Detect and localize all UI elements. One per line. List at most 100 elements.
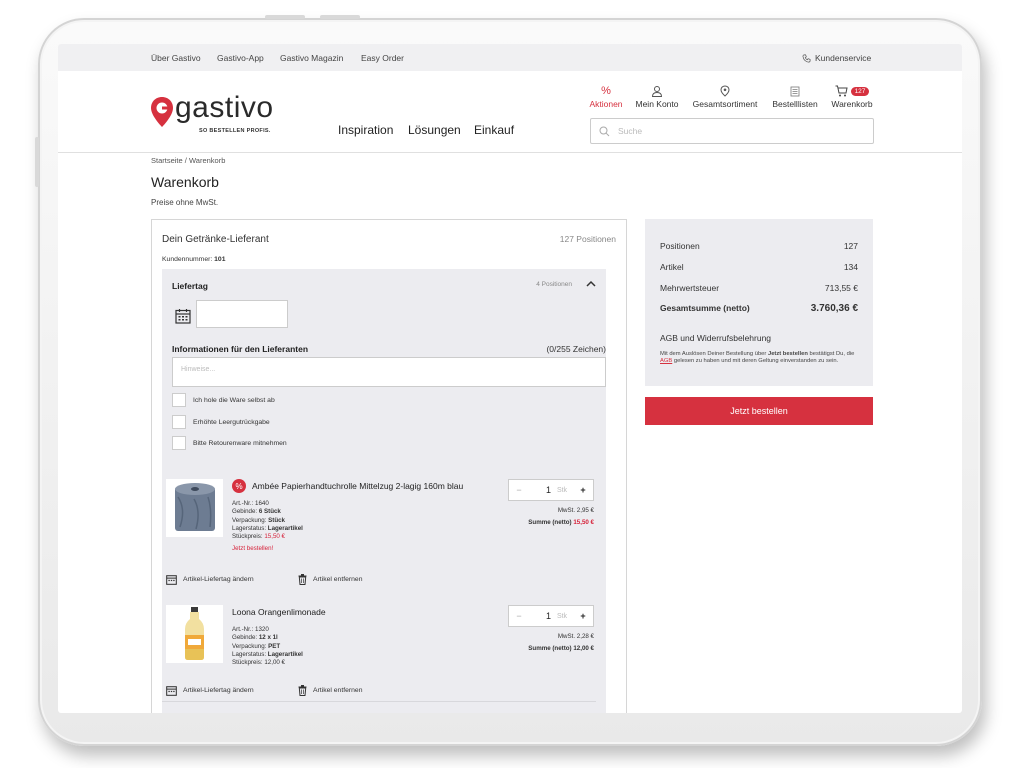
item-divider bbox=[162, 701, 596, 702]
kundenservice-label: Kundenservice bbox=[815, 53, 872, 63]
item-mwst: MwSt. 2,28 € bbox=[557, 633, 594, 640]
cart-icon bbox=[835, 85, 848, 97]
promo-text: Jetzt bestellen! bbox=[232, 545, 274, 553]
gesamt-value: 3.760,36 € bbox=[810, 303, 858, 314]
breadcrumb-home[interactable]: Startseite bbox=[151, 156, 183, 165]
checkbox-label-leergut: Erhöhte Leergutrückgabe bbox=[193, 419, 270, 426]
page-intro: Startseite / Warenkorb Warenkorb Preise … bbox=[151, 156, 225, 207]
qty-value[interactable]: 1 bbox=[529, 485, 551, 495]
change-delivery-day-button[interactable]: Artikel-Liefertag ändern bbox=[166, 574, 254, 585]
breadcrumb-current: Warenkorb bbox=[188, 156, 226, 165]
breadcrumb: Startseite / Warenkorb bbox=[151, 156, 225, 165]
summe-value: 15,50 € bbox=[573, 519, 594, 526]
change-delivery-day-button[interactable]: Artikel-Liefertag ändern bbox=[166, 685, 254, 696]
header-warenkorb[interactable]: 127 Warenkorb bbox=[812, 84, 892, 109]
checkbox-retourenware[interactable] bbox=[172, 436, 186, 450]
supplier-panel: Dein Getränke-Lieferant 127 Positionen K… bbox=[151, 219, 627, 713]
quantity-stepper[interactable]: − 1 Stk + bbox=[508, 605, 594, 627]
product-name[interactable]: Ambée Papierhandtuchrolle Mittelzug 2-la… bbox=[252, 481, 463, 491]
agb-text-1: Mit dem Auslösen Deiner Bestellung über bbox=[660, 351, 767, 357]
kundenservice-link[interactable]: Kundenservice bbox=[802, 53, 871, 63]
product-details: Art.-Nr.: 1640 Gebinde: 6 Stück Verpacku… bbox=[232, 500, 303, 554]
kundennummer-label: Kundennummer: bbox=[162, 256, 213, 263]
gebinde-value: 6 Stück bbox=[258, 508, 281, 516]
gebinde-label: Gebinde: bbox=[232, 508, 258, 516]
link-gastivo-app[interactable]: Gastivo-App bbox=[217, 53, 264, 63]
verpackung-label: Verpackung: bbox=[232, 642, 267, 650]
qty-value[interactable]: 1 bbox=[529, 611, 551, 621]
nav-inspiration[interactable]: Inspiration bbox=[338, 123, 393, 137]
page-subtitle: Preise ohne MwSt. bbox=[151, 198, 219, 207]
product-image-papierrolle[interactable] bbox=[166, 479, 223, 537]
preis-label: Stückpreis: bbox=[232, 659, 263, 667]
minus-button[interactable]: − bbox=[509, 485, 529, 495]
supplier-name: Dein Getränke-Lieferant bbox=[162, 234, 269, 245]
tablet-top-button-2 bbox=[320, 15, 360, 19]
order-summary: Positionen 127 Artikel 134 Mehrwertsteuer 7… bbox=[645, 219, 873, 386]
chevron-up-icon[interactable] bbox=[586, 279, 596, 290]
info-label: Informationen für den Lieferanten bbox=[172, 344, 309, 354]
verpackung-label: Verpackung: bbox=[232, 516, 267, 524]
search-icon bbox=[599, 126, 610, 136]
kundennummer-value: 101 bbox=[214, 256, 226, 263]
summe-value: 12,00 € bbox=[573, 645, 594, 652]
checkbox-label-retourenware: Bitte Retourenware mitnehmen bbox=[193, 440, 287, 447]
calendar-icon[interactable] bbox=[175, 308, 191, 324]
percent-icon: % bbox=[601, 85, 611, 97]
minus-button[interactable]: − bbox=[509, 611, 529, 621]
link-easy-order[interactable]: Easy Order bbox=[361, 53, 404, 63]
gesamtsortiment-label: Gesamtsortiment bbox=[692, 99, 758, 109]
checkbox-leergut[interactable] bbox=[172, 415, 186, 429]
agb-link[interactable]: AGB bbox=[660, 358, 672, 364]
plus-button[interactable]: + bbox=[573, 611, 593, 621]
item-summe: Summe (netto) 12,00 € bbox=[528, 645, 594, 652]
remove-item-label: Artikel entfernen bbox=[313, 576, 363, 583]
calendar-icon bbox=[166, 575, 177, 585]
calendar-icon bbox=[166, 686, 177, 696]
header-gesamtsortiment[interactable]: Gesamtsortiment bbox=[685, 84, 765, 109]
quantity-stepper[interactable]: − 1 Stk + bbox=[508, 479, 594, 501]
gebinde-label: Gebinde: bbox=[232, 634, 258, 642]
positionen-value: 127 bbox=[843, 241, 858, 251]
top-bar: Über Gastivo Gastivo-App Gastivo Magazin… bbox=[58, 44, 962, 71]
remove-item-label: Artikel entfernen bbox=[313, 687, 363, 694]
agb-text-bold: Jetzt bestellen bbox=[767, 351, 808, 357]
logo-pin-icon bbox=[151, 97, 173, 127]
product-image-orangenlimonade[interactable] bbox=[166, 605, 223, 663]
liefertag-date-input[interactable] bbox=[196, 300, 288, 328]
link-gastivo-magazin[interactable]: Gastivo Magazin bbox=[280, 53, 343, 63]
plus-button[interactable]: + bbox=[573, 485, 593, 495]
remove-item-button[interactable]: Artikel entfernen bbox=[298, 685, 363, 696]
logo-wordmark[interactable]: gastivo bbox=[175, 91, 274, 125]
liefertag-section: Liefertag 4 Positionen Informationen für… bbox=[162, 269, 606, 713]
link-ueber-gastivo[interactable]: Über Gastivo bbox=[151, 53, 201, 63]
info-textarea[interactable]: Hinweise... bbox=[172, 357, 606, 387]
jetzt-bestellen-button[interactable]: Jetzt bestellen bbox=[645, 397, 873, 425]
qty-unit: Stk bbox=[556, 612, 568, 620]
lager-value: Lagerartikel bbox=[267, 650, 303, 658]
search-input[interactable]: Suche bbox=[590, 118, 874, 144]
trash-icon bbox=[298, 685, 307, 696]
kundennummer: Kundennummer: 101 bbox=[162, 256, 225, 263]
site-header: gastivo SO BESTELLEN PROFIS. Inspiration… bbox=[58, 71, 962, 153]
summary-positionen: Positionen 127 bbox=[660, 241, 858, 251]
remove-item-button[interactable]: Artikel entfernen bbox=[298, 574, 363, 585]
nav-loesungen[interactable]: Lösungen bbox=[408, 123, 461, 137]
info-char-count: (0/255 Zeichen) bbox=[546, 344, 606, 354]
preis-label: Stückpreis: bbox=[232, 533, 263, 541]
nav-einkauf[interactable]: Einkauf bbox=[474, 123, 514, 137]
item-summe: Summe (netto) 15,50 € bbox=[528, 519, 594, 526]
sale-badge-icon: % bbox=[232, 479, 246, 493]
list-icon bbox=[790, 86, 800, 96]
product-name[interactable]: Loona Orangenlimonade bbox=[232, 607, 326, 617]
summe-label: Summe (netto) bbox=[528, 645, 572, 652]
preis-value: 12,00 € bbox=[264, 659, 285, 667]
mwst-value: 713,55 € bbox=[824, 283, 858, 293]
preis-value: 15,50 € bbox=[264, 533, 285, 541]
verpackung-value: PET bbox=[268, 642, 281, 650]
location-pin-icon bbox=[720, 85, 730, 97]
logo-tagline: SO BESTELLEN PROFIS. bbox=[199, 128, 271, 134]
checkbox-selbst-abholen[interactable] bbox=[172, 393, 186, 407]
artnr-label: Art.-Nr.: bbox=[232, 500, 254, 507]
summary-artikel: Artikel 134 bbox=[660, 262, 858, 272]
